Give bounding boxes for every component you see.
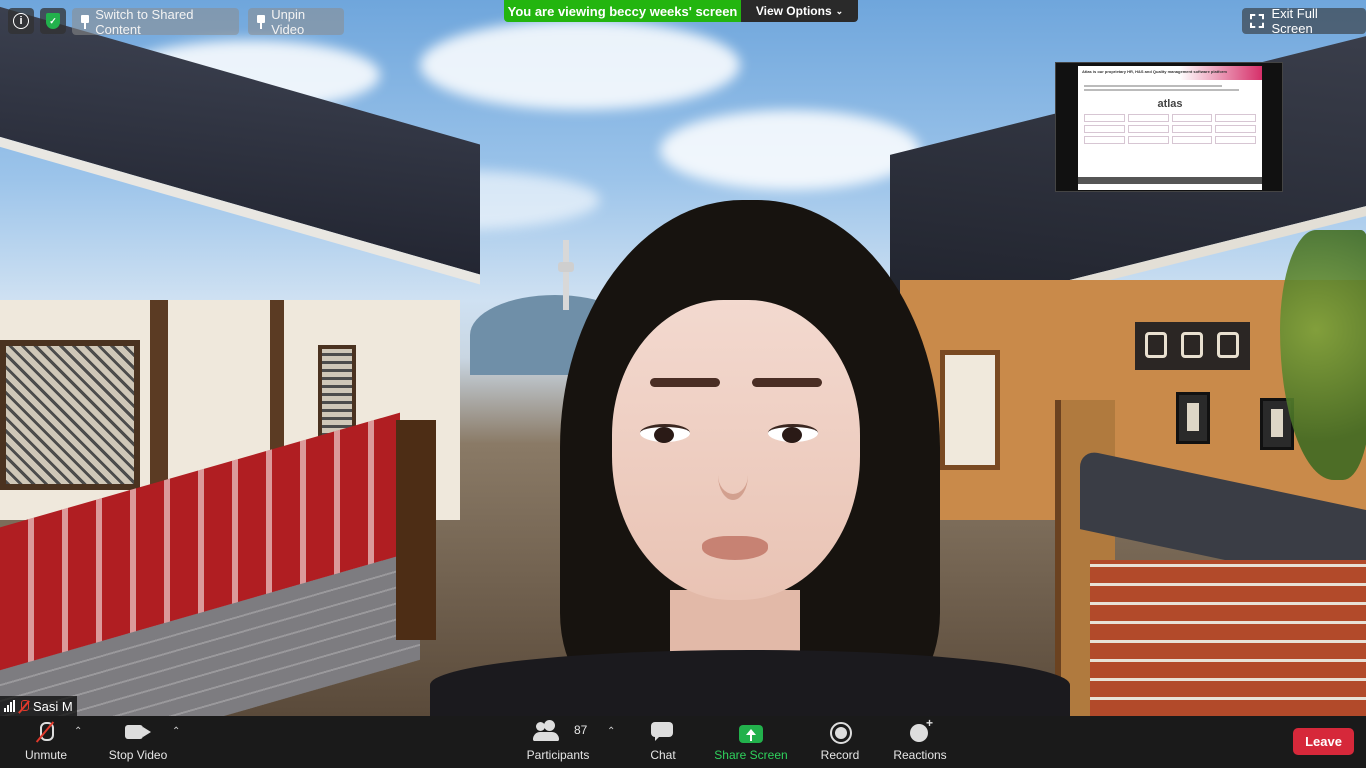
right-panel	[940, 350, 1000, 470]
stop-video-button[interactable]: Stop Video	[106, 716, 170, 768]
slide-bullets	[1078, 80, 1262, 96]
person-shirt	[430, 650, 1070, 716]
screen-share-banner: You are viewing beccy weeks' screen View…	[504, 0, 858, 22]
video-options-caret-icon[interactable]: ⌃	[172, 726, 180, 737]
switch-to-shared-content-label: Switch to Shared Content	[95, 6, 194, 37]
stop-video-label: Stop Video	[108, 748, 168, 762]
pin-icon	[80, 14, 90, 29]
nose	[718, 450, 748, 500]
left-window	[0, 340, 140, 490]
shared-screen-thumbnail[interactable]: Atlas is our proprietary HR, H&S and Qua…	[1055, 62, 1283, 192]
unmute-label: Unmute	[24, 748, 68, 762]
viewing-message: You are viewing beccy weeks' screen	[504, 0, 741, 22]
exit-fullscreen-icon	[1250, 14, 1264, 28]
security-button[interactable]: ✓	[40, 8, 66, 34]
eye	[768, 424, 818, 443]
slide-heading: Atlas is our proprietary HR, H&S and Qua…	[1078, 66, 1262, 80]
switch-to-shared-content-button[interactable]: Switch to Shared Content	[72, 6, 239, 37]
meeting-toolbar: Unmute ⌃ Stop Video ⌃ Participants 87 ⌃ …	[0, 716, 1366, 768]
exit-full-screen-label: Exit Full Screen	[1271, 6, 1318, 36]
participants-options-caret-icon[interactable]: ⌃	[607, 726, 615, 737]
left-roof	[0, 0, 480, 285]
atlas-logo-text: atlas	[1157, 98, 1183, 110]
participants-icon	[532, 721, 562, 743]
camera-icon	[123, 721, 153, 743]
right-brick-wall	[1090, 560, 1366, 716]
participant-name: Sasi M	[33, 698, 73, 714]
microphone-muted-icon	[31, 721, 61, 743]
slide-footer-bar	[1078, 177, 1262, 184]
view-options-button[interactable]: View Options ⌄	[741, 0, 858, 22]
left-door	[396, 420, 436, 640]
record-label: Record	[820, 748, 860, 762]
unpin-video-button[interactable]: Unpin Video	[248, 6, 344, 37]
eyebrow	[650, 378, 720, 387]
share-screen-icon	[739, 725, 763, 743]
reactions-label: Reactions	[893, 748, 947, 762]
unmute-button[interactable]: Unmute	[20, 716, 72, 768]
chat-label: Chat	[650, 748, 676, 762]
muted-mic-icon	[19, 699, 29, 713]
participants-count: 87	[574, 723, 588, 737]
record-icon	[825, 721, 855, 744]
shield-icon: ✓	[46, 13, 60, 29]
eye	[640, 424, 690, 443]
chat-button[interactable]: Chat	[646, 716, 680, 768]
unpin-video-label: Unpin Video	[271, 6, 306, 37]
participants-label: Participants	[526, 748, 590, 762]
info-icon: i	[13, 13, 29, 29]
view-options-label: View Options	[755, 4, 832, 18]
right-sign	[1135, 322, 1250, 370]
lantern	[1176, 392, 1210, 444]
reactions-button[interactable]: Reactions	[890, 716, 950, 768]
share-screen-button[interactable]: Share Screen	[712, 716, 790, 768]
chat-icon	[648, 721, 678, 743]
left-house	[0, 0, 560, 716]
signal-strength-icon	[4, 700, 15, 712]
exit-full-screen-button[interactable]: Exit Full Screen	[1242, 6, 1366, 36]
meeting-info-button[interactable]: i	[8, 8, 34, 34]
slide-preview: Atlas is our proprietary HR, H&S and Qua…	[1078, 66, 1262, 190]
record-button[interactable]: Record	[818, 716, 862, 768]
share-screen-label: Share Screen	[714, 748, 788, 762]
chevron-down-icon: ⌄	[835, 5, 844, 16]
audio-options-caret-icon[interactable]: ⌃	[74, 726, 82, 737]
tower	[558, 240, 574, 310]
eyebrow	[752, 378, 822, 387]
leave-button[interactable]: Leave	[1293, 728, 1354, 755]
pin-icon	[256, 14, 266, 29]
reactions-icon	[905, 716, 935, 743]
participant-name-tag: Sasi M	[0, 696, 77, 716]
left-beam	[150, 300, 168, 500]
lips	[702, 536, 768, 560]
slide-feature-grid	[1078, 110, 1262, 148]
